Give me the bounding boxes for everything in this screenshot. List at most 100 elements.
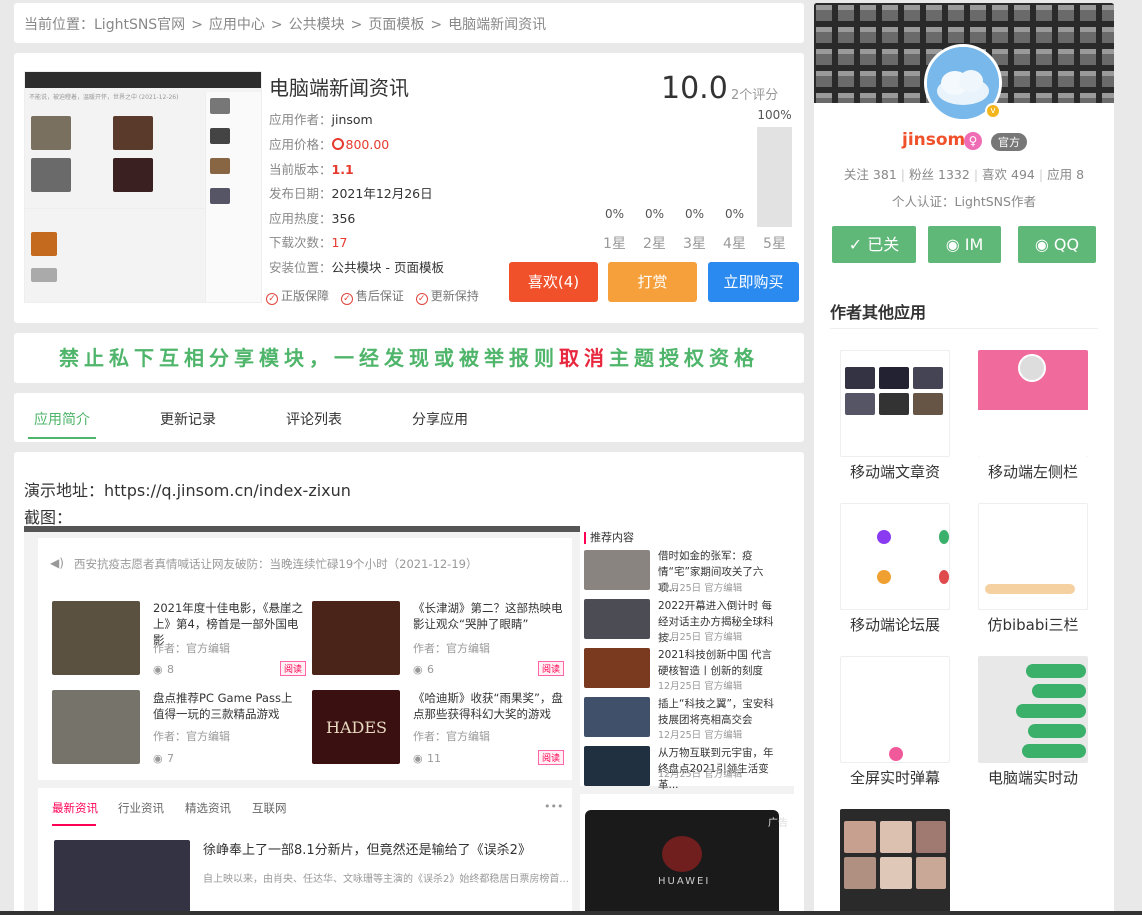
- author-sidebar: v jinsom ♀ 官方 关注 381 | 粉丝 1332 | 喜欢 494 | 应用 8…: [814, 3, 1114, 915]
- breadcrumb-separator: >: [270, 17, 283, 33]
- breadcrumb: 当前位置：LightSNS官网 > 应用中心 > 公共模块 > 页面模板 > 电脑端新闻资讯: [14, 3, 804, 43]
- breadcrumb-home-link[interactable]: LightSNS官网: [94, 17, 185, 33]
- breadcrumb-app-center-link[interactable]: 应用中心: [209, 17, 265, 33]
- article-title: 《长津湖》第二？这部热映电影让观众“哭肿了眼睛”: [413, 601, 563, 631]
- article-image: [52, 690, 140, 764]
- qq-button[interactable]: ◉ QQ: [1018, 226, 1096, 263]
- article-title: 《哈迪斯》收获“雨果奖”，盘点那些获得科幻大奖的游戏: [413, 691, 563, 721]
- author-stats: 关注 381 | 粉丝 1332 | 喜欢 494 | 应用 8: [843, 167, 1085, 182]
- notice-highlight: 取消: [559, 346, 609, 370]
- notice-text-end: 主题授权资格: [609, 346, 759, 370]
- demo-line: 演示地址：https://q.jinsom.cn/index-zixun: [24, 481, 351, 500]
- check-icon: ✓: [848, 235, 868, 254]
- rating-percent: 0%: [684, 207, 705, 221]
- thumb-image: [31, 116, 71, 150]
- author-link[interactable]: jinsom: [332, 112, 373, 127]
- meta-location: 安装位置：公共模块 - 页面模板: [269, 260, 444, 275]
- screenshot-label: 截图：: [24, 508, 73, 527]
- app-label[interactable]: 移动端左侧栏: [973, 461, 1093, 482]
- rating-percent: 0%: [724, 207, 745, 221]
- thumb-image: [113, 158, 153, 192]
- app-label[interactable]: 移动端文章资: [835, 461, 955, 482]
- app-thumb-leftbar[interactable]: [978, 350, 1088, 457]
- buy-now-button[interactable]: 立即购买: [708, 262, 799, 302]
- app-intro-content: 演示地址：https://q.jinsom.cn/index-zixun 截图：…: [14, 452, 804, 915]
- bottom-bar: [0, 911, 1142, 915]
- breadcrumb-public-module-link[interactable]: 公共模块: [289, 17, 345, 33]
- meta-author: 应用作者：jinsom: [269, 112, 373, 127]
- meta-price: 应用价格： 800.00: [269, 137, 390, 152]
- app-thumb-gallery[interactable]: [840, 809, 950, 915]
- guarantee-aftersale: 售后保证: [355, 289, 404, 303]
- shot-notice: 西安抗疫志愿者真情喊话让网友破防：当晚连续忙碌19个小时（2021-12-19）: [74, 557, 478, 571]
- thumb-image: [31, 158, 71, 192]
- shot-ad-panel: 广告 HUAWEI: [580, 794, 794, 915]
- views-icon: ◉: [153, 663, 163, 676]
- version-value: 1.1: [331, 162, 354, 177]
- breadcrumb-page-template-link[interactable]: 页面模板: [368, 17, 424, 33]
- breadcrumb-separator: >: [350, 17, 363, 33]
- heat-value: 356: [331, 211, 356, 226]
- verified-icon: v: [985, 103, 1001, 119]
- views-icon: ◉: [153, 752, 163, 765]
- thumb-image: [113, 116, 153, 150]
- certification: 个人认证：LightSNS作者: [892, 194, 1036, 209]
- tab-changelog[interactable]: 更新记录: [160, 409, 216, 429]
- location-value: 公共模块 - 页面模板: [331, 260, 444, 275]
- rating-star-label: 1星: [603, 236, 626, 252]
- rating-star-label: 3星: [683, 236, 706, 252]
- guarantee-update: 更新保持: [430, 289, 479, 303]
- check-icon: ✓: [415, 293, 428, 305]
- price-value: 800.00: [345, 137, 390, 152]
- shot-featured-panel: ◀) 西安抗疫志愿者真情喊话让网友破防：当晚连续忙碌19个小时（2021-12-…: [38, 538, 572, 780]
- product-title: 电脑端新闻资讯: [269, 76, 409, 100]
- app-label[interactable]: 全屏实时弹幕: [835, 767, 955, 788]
- downloads-value: 17: [331, 235, 348, 250]
- meta-downloads: 下载次数：17: [269, 235, 348, 250]
- detail-tabs: 应用简介 更新记录 评论列表 分享应用: [14, 393, 804, 442]
- app-label[interactable]: 仿bibabi三栏: [973, 614, 1093, 635]
- app-thumb-forum[interactable]: [840, 503, 950, 610]
- app-label[interactable]: 电脑端实时动: [973, 767, 1093, 788]
- sharing-notice: 禁止私下互相分享模块，一经发现或被举报则取消主题授权资格: [14, 333, 804, 383]
- thumb-caption: 不能说，被迫瞪着，温暖开怀，世界之中 (2021-12-26): [29, 94, 179, 101]
- read-tag: 阅读: [538, 661, 565, 676]
- rating-count: 2个评分: [731, 88, 779, 103]
- shot-latest-news-panel: 最新资讯 行业资讯 精选资讯 互联网 ••• 徐峥奉上了一部8.1分新片，但竟然…: [38, 788, 572, 915]
- app-thumb-pc-realtime[interactable]: [978, 656, 1088, 763]
- app-thumb-article[interactable]: [840, 350, 950, 457]
- views-icon: ◉: [413, 752, 423, 765]
- guarantee-list: ✓ 正版保障 ✓ 售后保证 ✓ 更新保持: [266, 287, 487, 305]
- app-label[interactable]: 移动端论坛展: [835, 614, 955, 635]
- im-button[interactable]: ◉ IM: [928, 226, 1001, 263]
- check-icon: ✓: [340, 293, 353, 305]
- app-thumb-danmaku[interactable]: [840, 656, 950, 763]
- article-image: [312, 601, 400, 675]
- rating-star-label: 4星: [723, 236, 746, 252]
- app-thumb-bibabi[interactable]: [978, 503, 1088, 610]
- date-value: 2021年12月26日: [331, 186, 433, 201]
- other-apps-title: 作者其他应用: [830, 303, 927, 322]
- demo-screenshot: ◀) 西安抗疫志愿者真情喊话让网友破防：当晚连续忙碌19个小时（2021-12-…: [24, 526, 794, 915]
- product-card: 不能说，被迫瞪着，温暖开怀，世界之中 (2021-12-26) 电脑端新闻资讯 …: [14, 53, 804, 323]
- rating-score: 10.0: [661, 71, 728, 106]
- read-tag: 阅读: [538, 750, 565, 765]
- recommend-title: 推荐内容: [590, 531, 634, 544]
- tab-comments[interactable]: 评论列表: [286, 409, 342, 429]
- thumb-image: [31, 268, 57, 282]
- followed-button[interactable]: ✓ 已关: [832, 226, 916, 263]
- rating-star-label: 5星: [763, 236, 786, 252]
- breadcrumb-prefix: 当前位置：: [24, 17, 94, 33]
- meta-version: 当前版本：1.1: [269, 162, 354, 177]
- read-tag: 阅读: [280, 661, 307, 676]
- guarantee-genuine: 正版保障: [281, 289, 330, 303]
- tip-button[interactable]: 打赏: [608, 262, 697, 302]
- author-name[interactable]: jinsom: [902, 130, 965, 150]
- tab-share[interactable]: 分享应用: [412, 409, 468, 429]
- tab-intro[interactable]: 应用简介: [34, 409, 90, 429]
- latest-image: [54, 840, 190, 915]
- product-thumbnail[interactable]: 不能说，被迫瞪着，温暖开怀，世界之中 (2021-12-26): [24, 71, 262, 303]
- like-button[interactable]: 喜欢(4): [509, 262, 598, 302]
- demo-url-link[interactable]: https://q.jinsom.cn/index-zixun: [104, 481, 351, 500]
- more-icon: •••: [544, 800, 564, 813]
